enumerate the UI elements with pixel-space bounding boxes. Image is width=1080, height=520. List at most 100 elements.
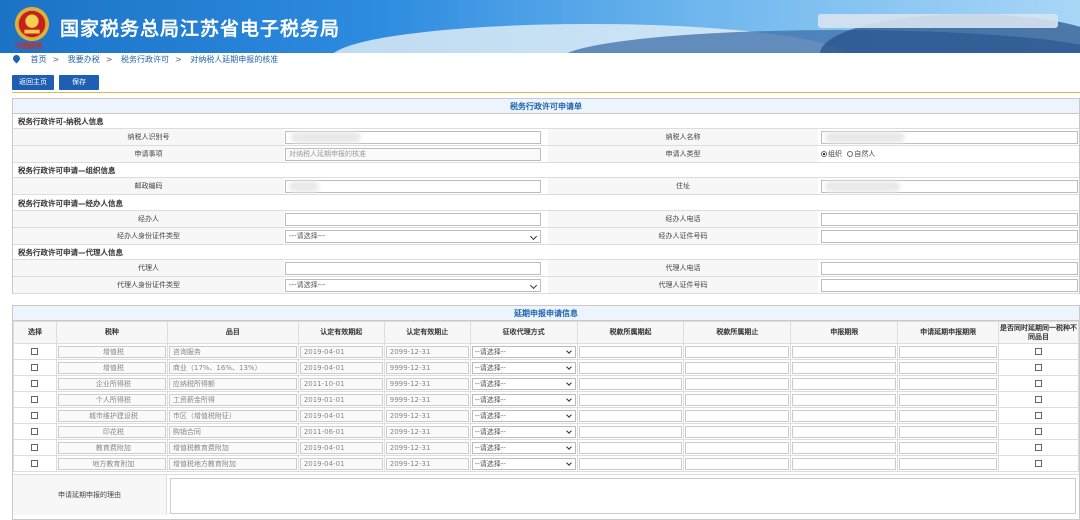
delay-deadline-field[interactable] [899, 441, 998, 454]
proxy-phone-label: 代理人电话 [548, 260, 818, 276]
collection-select[interactable]: --请选择-- [471, 457, 576, 470]
back-home-button[interactable]: 返回主页 [12, 75, 54, 90]
start-field: 2011-10-01 [299, 377, 383, 390]
proxy-idno-label: 代理人证件号码 [548, 277, 818, 293]
same-tax-checkbox[interactable] [1035, 460, 1042, 467]
same-tax-checkbox[interactable] [1035, 380, 1042, 387]
period-end-field[interactable] [685, 361, 790, 374]
row-checkbox[interactable] [31, 380, 39, 387]
same-tax-checkbox[interactable] [1035, 412, 1042, 419]
deadline-field[interactable] [792, 457, 897, 470]
deadline-field[interactable] [792, 441, 897, 454]
period-start-field[interactable] [578, 345, 683, 358]
deadline-field[interactable] [792, 425, 897, 438]
agent-phone-field[interactable] [821, 213, 1078, 226]
period-start-field[interactable] [578, 457, 683, 470]
same-tax-checkbox[interactable] [1035, 396, 1042, 403]
collection-select[interactable]: --请选择-- [471, 377, 576, 390]
delay-deadline-field[interactable] [899, 345, 998, 358]
delay-deadline-field[interactable] [899, 457, 998, 470]
chevron-down-icon [565, 379, 572, 386]
period-end-cell [683, 423, 792, 440]
agent-idtype-select[interactable]: ---请选择--- [285, 230, 541, 243]
agent-idno-field[interactable] [821, 230, 1078, 243]
proxy-idtype-select[interactable]: ---请选择--- [285, 279, 541, 292]
chevron-down-icon [529, 281, 538, 290]
breadcrumb-home[interactable]: 首页 [31, 55, 47, 64]
radio-person[interactable] [847, 151, 854, 157]
collection-select[interactable]: --请选择-- [471, 409, 576, 422]
deadline-field[interactable] [792, 345, 897, 358]
collection-select[interactable]: --请选择-- [471, 441, 576, 454]
table-row: 地方教育附加 增值税地方教育附加 2019-04-01 2099-12-31 --请选择… [13, 455, 1079, 472]
deadline-field[interactable] [792, 393, 897, 406]
row-checkbox[interactable] [31, 428, 39, 435]
delay-deadline-field[interactable] [899, 393, 998, 406]
breadcrumb-current: 对纳税人延期申报的核准 [190, 55, 279, 64]
end-field: 9999-12-31 [385, 361, 469, 374]
tax-cell: 印花税 [55, 423, 168, 440]
row-checkbox[interactable] [31, 412, 39, 419]
reason-textarea[interactable] [170, 478, 1076, 514]
period-end-field[interactable] [685, 409, 790, 422]
period-start-field[interactable] [578, 425, 683, 438]
save-button[interactable]: 保存 [59, 75, 99, 90]
same-tax-checkbox[interactable] [1035, 364, 1042, 371]
period-end-field[interactable] [685, 457, 790, 470]
collection-select[interactable]: --请选择-- [471, 361, 576, 374]
same-tax-cell [998, 343, 1079, 360]
row-checkbox[interactable] [31, 348, 39, 355]
item-field: 工资薪金所得 [168, 393, 297, 406]
matter-label: 申请事项 [13, 146, 284, 162]
period-start-field[interactable] [578, 441, 683, 454]
period-start-cell [576, 407, 685, 424]
collection-select[interactable]: --请选择-- [471, 425, 576, 438]
period-end-field[interactable] [685, 441, 790, 454]
collection-cell: --请选择-- [469, 391, 578, 408]
collection-select-value: --请选择-- [474, 411, 506, 420]
deadline-field[interactable] [792, 377, 897, 390]
period-end-field[interactable] [685, 393, 790, 406]
same-tax-checkbox[interactable] [1035, 428, 1042, 435]
delay-deadline-field[interactable] [899, 377, 998, 390]
breadcrumb-tax-tasks[interactable]: 我要办税 [68, 55, 100, 64]
collection-cell: --请选择-- [469, 343, 578, 360]
same-tax-checkbox[interactable] [1035, 348, 1042, 355]
collection-select[interactable]: --请选择-- [471, 393, 576, 406]
breadcrumb-admin-license[interactable]: 税务行政许可 [121, 55, 169, 64]
tax-field: 个人所得税 [57, 393, 166, 406]
row-checkbox[interactable] [31, 396, 39, 403]
same-tax-cell [998, 423, 1079, 440]
period-end-field[interactable] [685, 425, 790, 438]
postcode-field[interactable] [285, 180, 541, 193]
collection-select[interactable]: --请选择-- [471, 345, 576, 358]
deadline-field[interactable] [792, 361, 897, 374]
row-checkbox[interactable] [31, 460, 39, 467]
period-start-field[interactable] [578, 409, 683, 422]
period-start-field[interactable] [578, 361, 683, 374]
application-form: 税务行政许可申请单 税务行政许可-纳税人信息 纳税人识别号 纳税人名称 申请事项… [12, 98, 1080, 294]
radio-org[interactable] [821, 151, 827, 157]
row-checkbox[interactable] [31, 444, 39, 451]
delay-deadline-cell [897, 407, 1000, 424]
row-checkbox[interactable] [31, 364, 39, 371]
proxy-idtype-value: ---请选择--- [289, 281, 326, 289]
proxy-idno-field[interactable] [821, 279, 1078, 292]
period-end-field[interactable] [685, 377, 790, 390]
proxy-phone-field[interactable] [821, 262, 1078, 275]
blurred-taxpayer-name [825, 132, 905, 143]
delay-deadline-field[interactable] [899, 425, 998, 438]
item-cell: 购销合同 [166, 423, 299, 440]
matter-field: 对纳税人延期申报的核准 [285, 148, 541, 161]
same-tax-checkbox[interactable] [1035, 444, 1042, 451]
deadline-cell [790, 343, 899, 360]
agent-field[interactable] [285, 213, 541, 226]
deadline-field[interactable] [792, 409, 897, 422]
delay-deadline-field[interactable] [899, 361, 998, 374]
period-start-field[interactable] [578, 393, 683, 406]
period-end-field[interactable] [685, 345, 790, 358]
delay-deadline-field[interactable] [899, 409, 998, 422]
period-start-field[interactable] [578, 377, 683, 390]
proxy-field[interactable] [285, 262, 541, 275]
collection-select-value: --请选择-- [474, 395, 506, 404]
